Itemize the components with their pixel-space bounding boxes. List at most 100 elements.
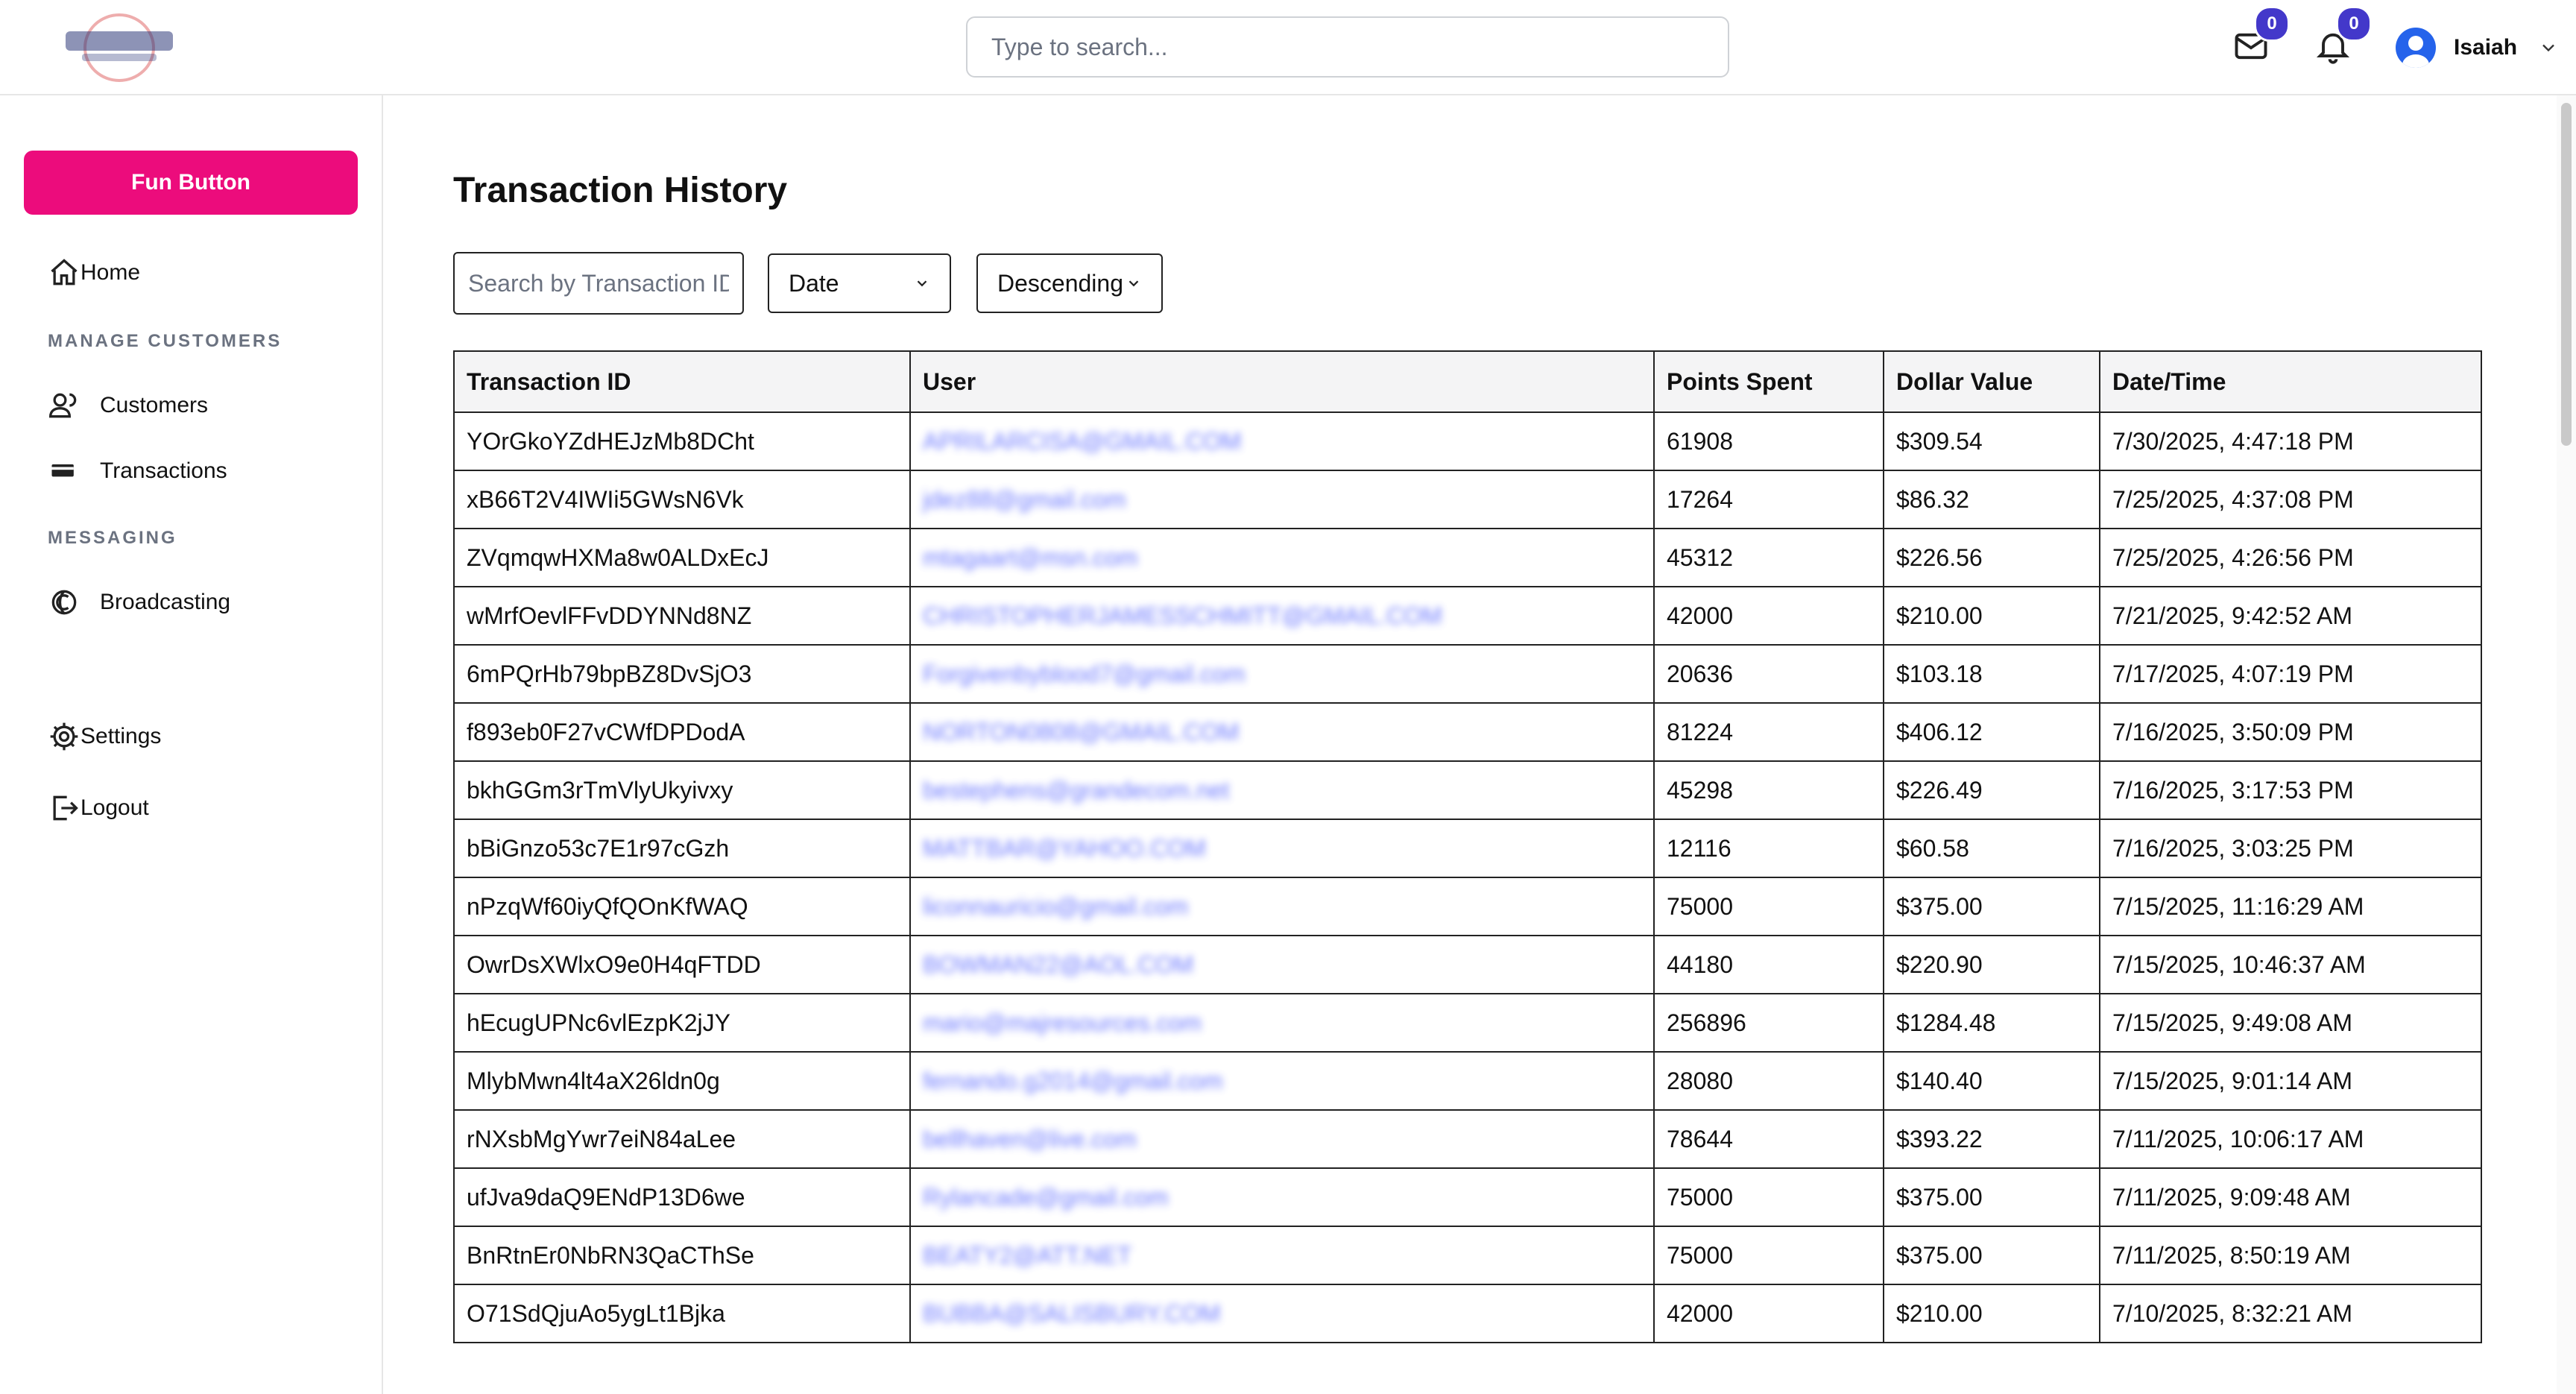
dollar-value-cell: $103.18: [1883, 644, 2100, 704]
user-email: jdez88@gmail.com: [923, 485, 1126, 513]
user-email-cell: mtagaart@msn.com: [909, 528, 1655, 587]
dollar-value-cell: $406.12: [1883, 702, 2100, 762]
points-spent-cell: 44180: [1653, 935, 1884, 994]
sidebar-item-home[interactable]: Home: [48, 256, 140, 289]
points-spent-cell: 256896: [1653, 993, 1884, 1053]
chevron-down-icon: [2542, 44, 2554, 52]
column-header-date-time[interactable]: Date/Time: [2099, 350, 2482, 413]
table-row[interactable]: BnRtnEr0NbRN3QaCThSe BEATY2@ATT.NET 75000 $…: [453, 1226, 2482, 1285]
table-row[interactable]: rNXsbMgYwr7eiN84aLee bellhaven@live.com 78…: [453, 1109, 2482, 1169]
user-email-cell: BUBBA@SALISBURY.COM: [909, 1284, 1655, 1343]
table-row[interactable]: xB66T2V4IWIi5GWsN6Vk jdez88@gmail.com 1726…: [453, 470, 2482, 529]
user-email: BUBBA@SALISBURY.COM: [923, 1299, 1221, 1327]
sidebar-item-logout[interactable]: Logout: [48, 792, 149, 824]
transaction-id-cell: YOrGkoYZdHEJzMb8DCht: [453, 411, 911, 471]
user-email-cell: BOWMAN22@AOL.COM: [909, 935, 1655, 994]
sidebar-item-label: Customers: [100, 393, 209, 417]
table-row[interactable]: ZVqmqwHXMa8w0ALDxEcJ mtagaart@msn.com 4531…: [453, 528, 2482, 587]
sort-field-select[interactable]: Date: [768, 253, 951, 313]
date-time-cell: 7/17/2025, 4:07:19 PM: [2099, 644, 2482, 704]
column-header-points-spent[interactable]: Points Spent: [1653, 350, 1884, 413]
transaction-id-cell: O71SdQjuAo5ygLt1Bjka: [453, 1284, 911, 1343]
table-row[interactable]: ufJva9daQ9ENdP13D6we Rylancade@gmail.com 7…: [453, 1167, 2482, 1227]
dollar-value-cell: $309.54: [1883, 411, 2100, 471]
user-menu[interactable]: Isaiah: [2396, 25, 2559, 70]
points-spent-cell: 75000: [1653, 1226, 1884, 1285]
dollar-value-cell: $226.56: [1883, 528, 2100, 587]
page-scrollbar[interactable]: [2557, 95, 2576, 1394]
user-email: CHRISTOPHERJAMESSCHMITT@GMAIL.COM: [923, 602, 1442, 629]
mail-count-badge: 0: [2254, 6, 2290, 42]
sidebar-item-settings[interactable]: Settings: [48, 720, 161, 753]
transaction-search-input[interactable]: [453, 252, 744, 315]
column-header-user[interactable]: User: [909, 350, 1655, 413]
transactions-table: Transaction ID User Points Spent Dollar …: [453, 350, 2482, 1343]
user-email: APRILARCISA@GMAIL.COM: [923, 427, 1242, 455]
table-row[interactable]: YOrGkoYZdHEJzMb8DCht APRILARCISA@GMAIL.CO…: [453, 411, 2482, 471]
table-row[interactable]: bkhGGm3rTmVlyUkyivxy bestephens@grandecom…: [453, 760, 2482, 820]
user-email: BOWMAN22@AOL.COM: [923, 950, 1194, 978]
table-row[interactable]: f893eb0F27vCWfDPDodA NORTON0808@GMAIL.COM…: [453, 702, 2482, 762]
company-logo[interactable]: [60, 10, 179, 85]
dollar-value-cell: $220.90: [1883, 935, 2100, 994]
user-email: Forgivenbyblood7@gmail.com: [923, 660, 1246, 687]
chevron-down-icon: [1128, 280, 1139, 287]
column-header-dollar-value[interactable]: Dollar Value: [1883, 350, 2100, 413]
user-email: bestephens@grandecom.net: [923, 776, 1230, 804]
transaction-id-cell: bBiGnzo53c7E1r97cGzh: [453, 819, 911, 878]
user-email-cell: Rylancade@gmail.com: [909, 1167, 1655, 1227]
global-search-input[interactable]: [966, 16, 1729, 78]
transaction-id-cell: ufJva9daQ9ENdP13D6we: [453, 1167, 911, 1227]
users-icon: [49, 393, 77, 418]
credit-card-icon: [51, 464, 74, 477]
date-time-cell: 7/15/2025, 9:49:08 AM: [2099, 993, 2482, 1053]
table-row[interactable]: nPzqWf60iyQfQOnKfWAQ liconnauricio@gmail.…: [453, 877, 2482, 936]
sidebar-item-label: Settings: [80, 724, 162, 748]
points-spent-cell: 12116: [1653, 819, 1884, 878]
user-email-cell: NORTON0808@GMAIL.COM: [909, 702, 1655, 762]
table-row[interactable]: O71SdQjuAo5ygLt1Bjka BUBBA@SALISBURY.COM 4…: [453, 1284, 2482, 1343]
table-row[interactable]: MlybMwn4lt4aX26ldn0g fernando.g2014@gmail…: [453, 1051, 2482, 1111]
dollar-value-cell: $375.00: [1883, 1167, 2100, 1227]
table-row[interactable]: OwrDsXWlxO9e0H4qFTDD BOWMAN22@AOL.COM 4418…: [453, 935, 2482, 994]
page-title: Transaction History: [453, 171, 788, 210]
date-time-cell: 7/21/2025, 9:42:52 AM: [2099, 586, 2482, 646]
date-time-cell: 7/11/2025, 9:09:48 AM: [2099, 1167, 2482, 1227]
notifications-button[interactable]: 0: [2314, 6, 2372, 66]
sidebar-item-transactions[interactable]: Transactions: [48, 455, 227, 488]
dollar-value-cell: $60.58: [1883, 819, 2100, 878]
transaction-id-cell: hEcugUPNc6vlEzpK2jJY: [453, 993, 911, 1053]
table-row[interactable]: bBiGnzo53c7E1r97cGzh MATTBAR@YAHOO.COM 121…: [453, 819, 2482, 878]
chevron-down-icon: [917, 280, 927, 287]
table-row[interactable]: wMrfOevlFFvDDYNNd8NZ CHRISTOPHERJAMESSCHM…: [453, 586, 2482, 646]
user-email-cell: Forgivenbyblood7@gmail.com: [909, 644, 1655, 704]
date-time-cell: 7/16/2025, 3:50:09 PM: [2099, 702, 2482, 762]
dollar-value-cell: $210.00: [1883, 1284, 2100, 1343]
points-spent-cell: 61908: [1653, 411, 1884, 471]
transaction-id-cell: 6mPQrHb79bpBZ8DvSjO3: [453, 644, 911, 704]
sidebar: Fun Button Home MANAGE CUSTOMERS Custome…: [0, 95, 383, 1394]
date-time-cell: 7/30/2025, 4:47:18 PM: [2099, 411, 2482, 471]
table-row[interactable]: hEcugUPNc6vlEzpK2jJY mario@majresources.c…: [453, 993, 2482, 1053]
user-email-cell: jdez88@gmail.com: [909, 470, 1655, 529]
scrollbar-thumb[interactable]: [2561, 103, 2572, 446]
column-header-transaction-id[interactable]: Transaction ID: [453, 350, 911, 413]
points-spent-cell: 78644: [1653, 1109, 1884, 1169]
user-email-cell: MATTBAR@YAHOO.COM: [909, 819, 1655, 878]
points-spent-cell: 75000: [1653, 1167, 1884, 1227]
transaction-id-cell: BnRtnEr0NbRN3QaCThSe: [453, 1226, 911, 1285]
fun-button[interactable]: Fun Button: [24, 151, 358, 215]
sidebar-item-customers[interactable]: Customers: [48, 389, 208, 422]
mail-button[interactable]: 0: [2232, 6, 2290, 66]
dollar-value-cell: $375.00: [1883, 877, 2100, 936]
sort-field-value: Date: [789, 269, 839, 297]
user-email-cell: liconnauricio@gmail.com: [909, 877, 1655, 936]
sidebar-item-label: Transactions: [100, 458, 227, 483]
user-email: bellhaven@live.com: [923, 1125, 1137, 1152]
logout-icon: [53, 795, 78, 821]
table-row[interactable]: 6mPQrHb79bpBZ8DvSjO3 Forgivenbyblood7@gma…: [453, 644, 2482, 704]
sidebar-item-broadcasting[interactable]: Broadcasting: [48, 586, 230, 619]
transaction-id-cell: nPzqWf60iyQfQOnKfWAQ: [453, 877, 911, 936]
sort-order-select[interactable]: Descending: [976, 253, 1163, 313]
user-email-cell: bestephens@grandecom.net: [909, 760, 1655, 820]
